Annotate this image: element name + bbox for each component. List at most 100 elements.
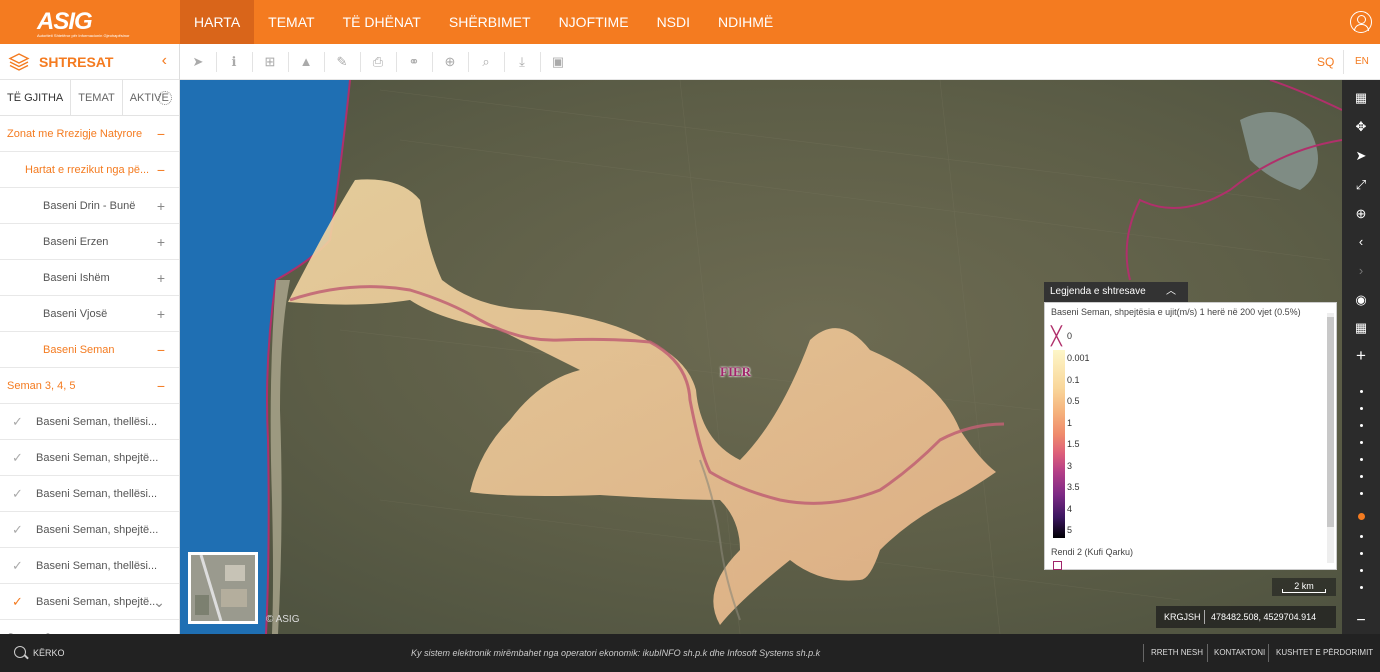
map-copyright: © ASIG [266,614,300,625]
nav-nsdi[interactable]: NSDI [643,0,704,44]
layer-group-drin-bune[interactable]: Baseni Drin - Bunë + [0,188,179,224]
download-icon[interactable]: ⤓ [514,54,530,70]
layer-item[interactable]: ✓ Baseni Seman, shpejtë... [0,512,179,548]
zoom-level-dot[interactable] [1360,407,1363,410]
collapse-panel-icon[interactable]: ‹ [162,52,167,70]
print-icon[interactable]: ⎙ [370,54,386,70]
map-canvas[interactable]: FIER © ASIG Legjenda e shtresave ︿ Basen… [180,80,1342,634]
search-icon[interactable]: ⌕ [478,54,494,70]
zoom-in-icon[interactable]: + [1342,345,1380,367]
legend-tick: 1 [1067,418,1073,428]
layer-item[interactable]: ✓ Baseni Seman, thellësi... [0,476,179,512]
legend-panel: Baseni Seman, shpejtësia e ujit(m/s) 1 h… [1044,302,1337,570]
check-icon[interactable]: ✓ [12,548,23,584]
zoom-level-dot[interactable] [1360,552,1363,555]
nav-temat[interactable]: TEMAT [254,0,328,44]
layer-tabs: TË GJITHA TEMAT AKTIVE [0,80,179,116]
gear-icon[interactable] [158,91,172,105]
edit-icon[interactable]: ✎ [334,54,350,70]
legend-layer-title: Baseni Seman, shpejtësia e ujit(m/s) 1 h… [1051,307,1301,317]
layer-group-erzen[interactable]: Baseni Erzen + [0,224,179,260]
layer-group-flood-maps[interactable]: Hartat e rrezikut nga pë... − [0,152,179,188]
asig-logo[interactable]: ASIG Autoriteti Shtetëror për Informacio… [37,8,130,38]
chart-icon[interactable]: ▲ [298,54,314,70]
map-toolbar: ➤ ℹ ⊞ ▲ ✎ ⎙ ⚭ ⊕ ⌕ ⤓ ▣ SQ EN [180,44,1380,80]
layer-group-ishem[interactable]: Baseni Ishëm + [0,260,179,296]
nav-njoftime[interactable]: NJOFTIME [545,0,643,44]
grid-icon[interactable]: ▦ [1342,317,1380,339]
search-label[interactable]: KËRKO [33,648,65,658]
layer-group-natural-hazards[interactable]: Zonat me Rrezigje Natyrore − [0,116,179,152]
chevron-up-icon[interactable]: ︿ [1166,282,1176,302]
tab-themes[interactable]: TEMAT [71,80,123,115]
back-icon[interactable]: ‹ [1342,231,1380,253]
about-link[interactable]: RRETH NESH [1151,648,1203,657]
zoom-level-dot[interactable] [1360,475,1363,478]
lang-en[interactable]: EN [1355,56,1369,67]
footer: KËRKO Ky sistem elektronik mirëmbahet ng… [0,634,1380,672]
zoom-level-dot[interactable] [1360,441,1363,444]
basemap-switcher[interactable] [188,552,258,624]
legend-scrollbar[interactable] [1327,313,1334,563]
zoom-level-dot[interactable] [1360,586,1363,589]
layer-group-seman[interactable]: Baseni Seman − [0,332,179,368]
layer-item[interactable]: ✓ Baseni Seman, thellësi... [0,548,179,584]
zoom-level-dot[interactable] [1360,569,1363,572]
zoom-level-dot[interactable] [1360,535,1363,538]
layers-icon [8,53,30,71]
layer-group-vjose[interactable]: Baseni Vjosë + [0,296,179,332]
zoom-level-dot[interactable] [1360,424,1363,427]
user-icon[interactable] [1350,11,1372,33]
contact-link[interactable]: KONTAKTONI [1214,648,1265,657]
legend-tick: 1.5 [1067,439,1080,449]
globe-icon[interactable]: ◉ [1342,289,1380,311]
chevron-down-icon[interactable]: ⌄ [153,584,165,620]
nav-sherbimet[interactable]: SHËRBIMET [435,0,545,44]
plus-circle-icon[interactable]: ⊕ [442,54,458,70]
layer-item[interactable]: ✓ Baseni Seman, thellësi... [0,404,179,440]
check-icon[interactable]: ✓ [12,404,23,440]
crs-label[interactable]: KRGJSH [1164,606,1201,628]
coordinates-display: KRGJSH 478482.508, 4529704.914 [1156,606,1336,628]
search-icon[interactable] [14,646,26,658]
forward-icon[interactable]: › [1342,260,1380,282]
check-icon[interactable]: ✓ [12,584,23,620]
add-icon[interactable]: ⊞ [262,54,278,70]
layer-group-seman-8[interactable]: Seman 8+ [0,620,179,634]
top-navbar: ASIG Autoriteti Shtetëror për Informacio… [0,0,1380,44]
map-icon[interactable]: ▦ [1342,87,1380,109]
legend-boundary-label: Rendi 2 (Kufi Qarku) [1051,547,1134,557]
legend-tick: 4 [1067,504,1073,514]
layer-group-seman-345[interactable]: Seman 3, 4, 5− [0,368,179,404]
pointer-icon[interactable]: ➤ [190,54,206,70]
check-icon[interactable]: ✓ [12,476,23,512]
legend-tick: 5 [1067,525,1073,535]
nav-harta[interactable]: HARTA [180,0,255,44]
legend-color-ramp [1053,350,1065,538]
zoom-out-icon[interactable]: − [1342,610,1380,632]
check-icon[interactable]: ✓ [12,440,23,476]
nav-te-dhenat[interactable]: TË DHËNAT [329,0,435,44]
nav-ndihme[interactable]: NDIHMË [704,0,787,44]
image-icon[interactable]: ▣ [550,54,566,70]
layers-title: SHTRESAT [39,54,114,70]
tab-all[interactable]: TË GJITHA [0,80,72,115]
zoom-level-dot[interactable] [1360,458,1363,461]
check-icon[interactable]: ✓ [12,512,23,548]
zoom-level-dot[interactable] [1360,492,1363,495]
zoom-level-current[interactable] [1358,513,1365,520]
locate-icon[interactable]: ➤ [1342,145,1380,167]
info-icon[interactable]: ℹ [226,54,242,70]
zoom-box-icon[interactable]: ⊕ [1342,203,1380,225]
scale-bar: 2 km [1272,578,1336,596]
zoom-level-dot[interactable] [1360,390,1363,393]
terms-link[interactable]: KUSHTET E PËRDORIMIT [1276,648,1373,657]
main-nav: HARTA TEMAT TË DHËNAT SHËRBIMET NJOFTIME… [180,0,787,44]
link-icon[interactable]: ⚭ [406,54,422,70]
layer-item-active[interactable]: ✓ Baseni Seman, shpejtë... ⌄ [0,584,179,620]
layer-item[interactable]: ✓ Baseni Seman, shpejtë... [0,440,179,476]
lang-sq[interactable]: SQ [1317,55,1334,69]
expand-icon[interactable]: ⤢ [1342,174,1380,196]
legend-header[interactable]: Legjenda e shtresave ︿ [1044,282,1188,302]
fullscreen-icon[interactable]: ✥ [1342,116,1380,138]
